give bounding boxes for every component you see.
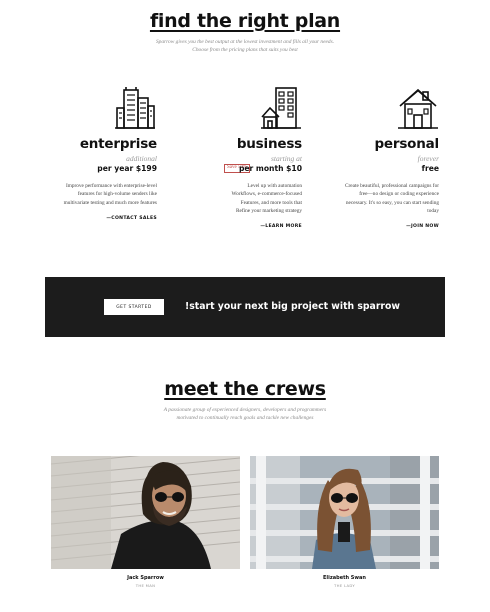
plan-description-line: Create beautiful, professional campaigns…	[345, 183, 439, 189]
plan-description-line: Level up with automation	[247, 183, 302, 189]
pricing-subtitle-line2: Choose from the pricing plans that suits…	[192, 47, 298, 53]
plan-description: Level up with automation Workflows, e-co…	[190, 182, 302, 215]
plan-name: business	[236, 136, 302, 152]
member-role: THE LADY	[333, 583, 355, 588]
plan-description-line: free—no design or coding experience	[359, 191, 439, 198]
plan-name: enterprise	[79, 136, 157, 152]
plan-description: Create beautiful, professional campaigns…	[325, 182, 439, 215]
plan-description-line: Features, and more tools that	[240, 199, 302, 206]
crew-subtitle-line1: A passionate group of experienced design…	[163, 407, 327, 413]
plan-description-line: Refine your marketing strategy	[235, 207, 302, 214]
cta-banner: GET STARTED !start your next big project…	[45, 277, 445, 337]
plan-price: free	[421, 164, 439, 173]
plan-business: business starting at Save 50% per month …	[190, 86, 302, 234]
plan-price: per year $199	[97, 164, 157, 173]
office-building-icon	[114, 86, 156, 130]
plan-personal: personal forever free Create beautiful, …	[325, 86, 439, 234]
plan-description: Improve performance with enterprise-leve…	[45, 182, 157, 207]
plan-tagline: forever	[417, 154, 439, 163]
pricing-title: find the right plan	[149, 10, 341, 32]
house-icon	[397, 86, 439, 130]
plan-tagline: additional	[126, 154, 157, 163]
plan-name: personal	[374, 136, 439, 152]
plan-description-line: features for high-volume senders like	[77, 191, 157, 198]
join-now-link[interactable]: —JOIN NOW	[406, 224, 439, 229]
cta-banner-text: !start your next big project with sparro…	[185, 301, 400, 312]
plan-enterprise: enterprise additional per year $199 Impr…	[45, 86, 157, 226]
plan-description-line: today	[427, 207, 439, 214]
member-name: Elizabeth Swan	[323, 575, 366, 581]
contact-sales-link[interactable]: —CONTACT SALES	[106, 216, 157, 221]
learn-more-link[interactable]: —LEARN MORE	[260, 224, 302, 229]
store-building-icon	[260, 86, 302, 130]
get-started-button[interactable]: GET STARTED	[104, 299, 164, 315]
pricing-subtitle-line1: Sparrow gives you the best output at the…	[155, 39, 335, 45]
plan-price: per month $10	[238, 164, 302, 173]
plan-tagline: starting at	[270, 154, 302, 163]
member-name: Jack Sparrow	[127, 575, 164, 581]
crew-title: meet the crews	[164, 378, 326, 400]
plan-description-line: Workflows, e-commerce-focused	[231, 191, 302, 198]
plan-description-line: necessary. It's so easy, you can start s…	[345, 199, 439, 206]
plan-description-line: multivariate testing and much more featu…	[63, 199, 157, 206]
crew-subtitle-line2: motivated to continually reach goals and…	[176, 415, 314, 421]
member-photo-elizabeth	[250, 456, 439, 569]
member-role: THE MAN	[135, 583, 156, 588]
plan-description-line: Improve performance with enterprise-leve…	[65, 183, 157, 189]
member-photo-jack	[51, 456, 240, 569]
